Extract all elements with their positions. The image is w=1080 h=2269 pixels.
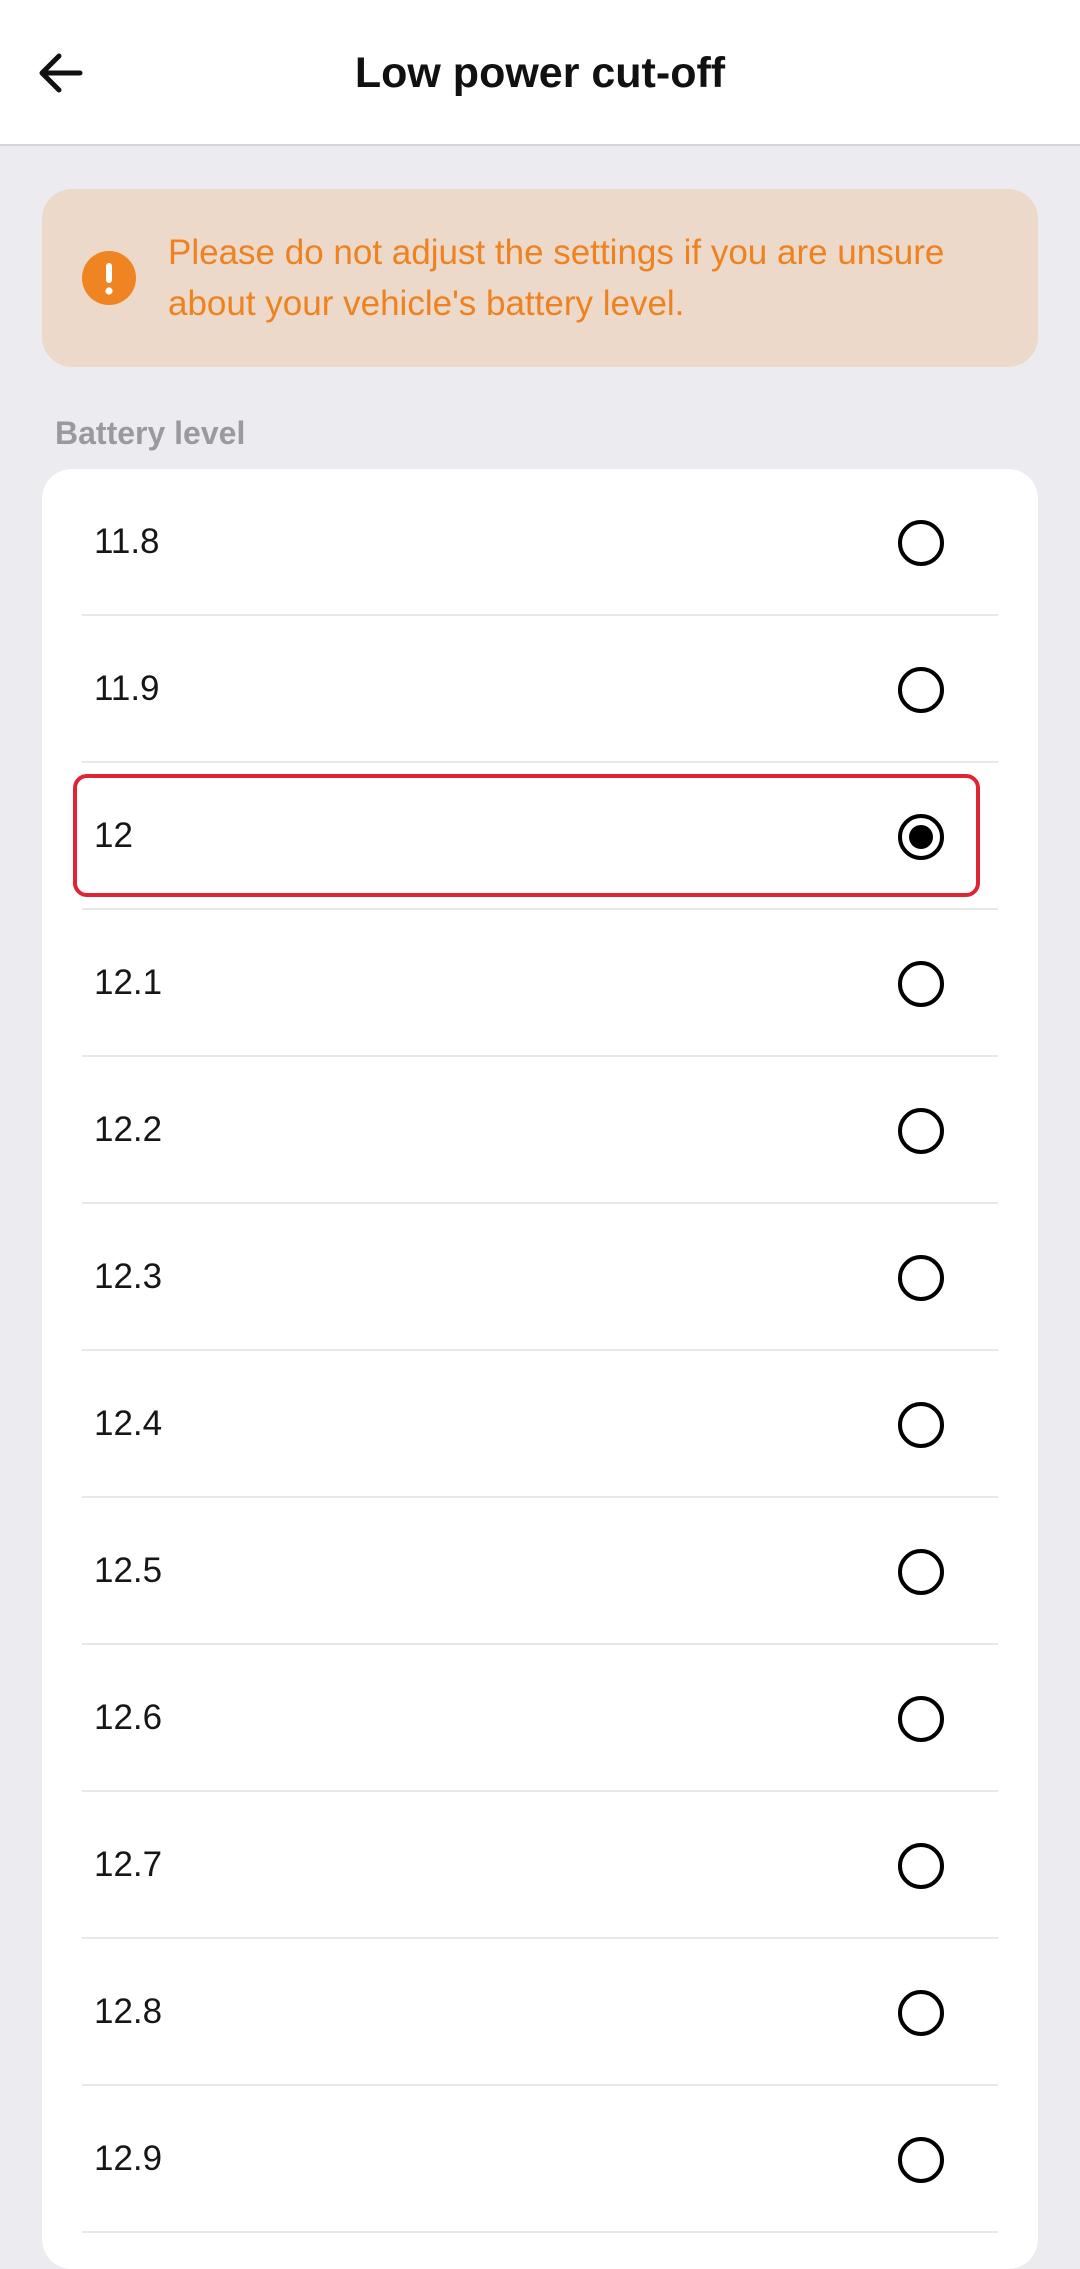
- radio-selected-dot: [909, 825, 933, 849]
- radio-button[interactable]: [898, 1108, 944, 1154]
- radio-button-selected[interactable]: [898, 814, 944, 860]
- option-row-12-7[interactable]: 12.7: [42, 1792, 1038, 1939]
- option-row-12-8[interactable]: 12.8: [42, 1939, 1038, 2086]
- option-row-12[interactable]: 12: [42, 763, 1038, 910]
- radio-button[interactable]: [898, 961, 944, 1007]
- option-row-11-8[interactable]: 11.8: [42, 469, 1038, 616]
- option-label: 12.8: [94, 1992, 163, 2031]
- option-label: 12.1: [94, 963, 163, 1002]
- option-label: 12.2: [94, 1110, 163, 1149]
- battery-options-list: 11.8 11.9 12 12.1 12.2 12.3 12.4 12.5 12…: [42, 469, 1038, 2269]
- option-label: 12.5: [94, 1551, 163, 1590]
- divider: [82, 2231, 998, 2233]
- radio-button[interactable]: [898, 1843, 944, 1889]
- option-row-12-9[interactable]: 12.9: [42, 2086, 1038, 2233]
- option-row-12-6[interactable]: 12.6: [42, 1645, 1038, 1792]
- radio-button[interactable]: [898, 1990, 944, 2036]
- option-label: 12.4: [94, 1404, 163, 1443]
- option-label: 12.3: [94, 1257, 163, 1296]
- option-label: 12.6: [94, 1698, 163, 1737]
- radio-button[interactable]: [898, 1696, 944, 1742]
- option-row-12-3[interactable]: 12.3: [42, 1204, 1038, 1351]
- warning-banner: Please do not adjust the settings if you…: [42, 189, 1038, 367]
- option-row-12-4[interactable]: 12.4: [42, 1351, 1038, 1498]
- radio-button[interactable]: [898, 2137, 944, 2183]
- section-label: Battery level: [55, 415, 246, 451]
- option-label: 12.7: [94, 1845, 163, 1884]
- option-label: 11.8: [94, 522, 160, 561]
- radio-button[interactable]: [898, 1255, 944, 1301]
- radio-button[interactable]: [898, 1549, 944, 1595]
- radio-button[interactable]: [898, 667, 944, 713]
- page-title: Low power cut-off: [354, 49, 726, 97]
- radio-button[interactable]: [898, 520, 944, 566]
- warning-text: Please do not adjust the settings if you…: [168, 233, 945, 323]
- option-label: 12.9: [94, 2139, 163, 2178]
- app-bar: Low power cut-off: [0, 0, 1080, 146]
- option-row-11-9[interactable]: 11.9: [42, 616, 1038, 763]
- exclamation-circle-icon: [82, 251, 136, 305]
- radio-button[interactable]: [898, 1402, 944, 1448]
- option-row-12-1[interactable]: 12.1: [42, 910, 1038, 1057]
- option-label: 12: [94, 816, 133, 855]
- option-row-12-2[interactable]: 12.2: [42, 1057, 1038, 1204]
- option-row-12-5[interactable]: 12.5: [42, 1498, 1038, 1645]
- option-label: 11.9: [94, 669, 160, 708]
